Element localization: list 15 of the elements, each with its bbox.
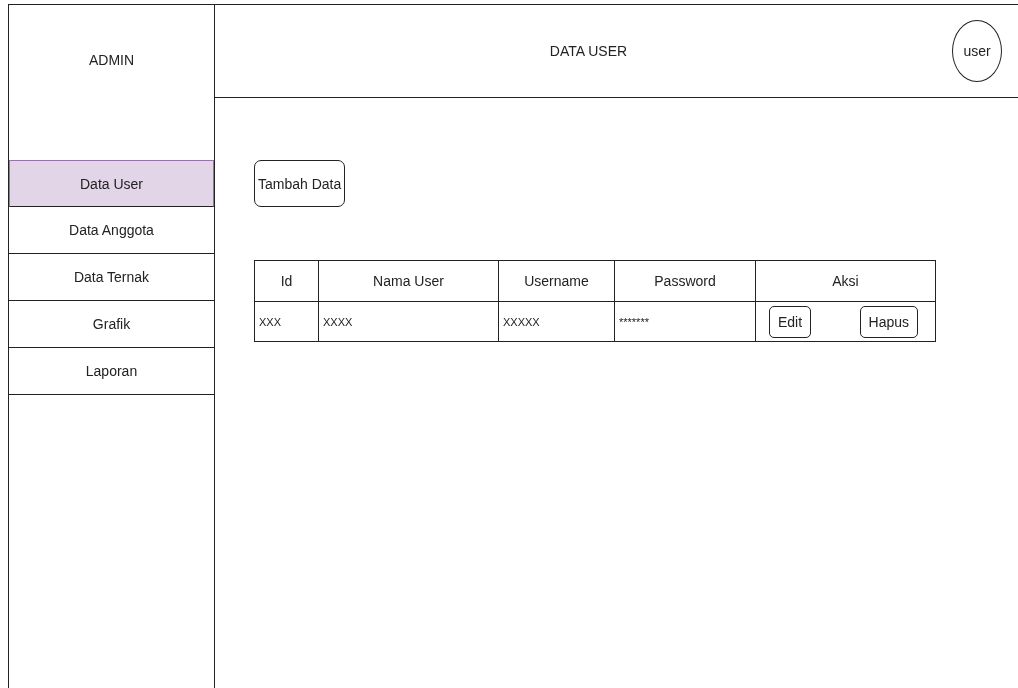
column-header: Username	[498, 260, 615, 302]
column-header: Id	[254, 260, 319, 302]
column-header: Aksi	[755, 260, 936, 302]
column-header: Password	[614, 260, 756, 302]
table-cell: XXXXX	[498, 301, 615, 342]
delete-button[interactable]: Hapus	[859, 305, 918, 338]
table-cell: *******	[614, 301, 756, 342]
sidebar-item[interactable]: Data User	[9, 160, 214, 207]
table-cell: XXX	[254, 301, 319, 342]
column-header: Nama User	[318, 260, 499, 302]
page-title: DATA USER	[548, 43, 629, 59]
sidebar-title: ADMIN	[88, 52, 135, 70]
table-cell: XXXX	[318, 301, 499, 342]
edit-button[interactable]: Edit	[769, 305, 812, 338]
add-data-button[interactable]: Tambah Data	[254, 160, 346, 207]
